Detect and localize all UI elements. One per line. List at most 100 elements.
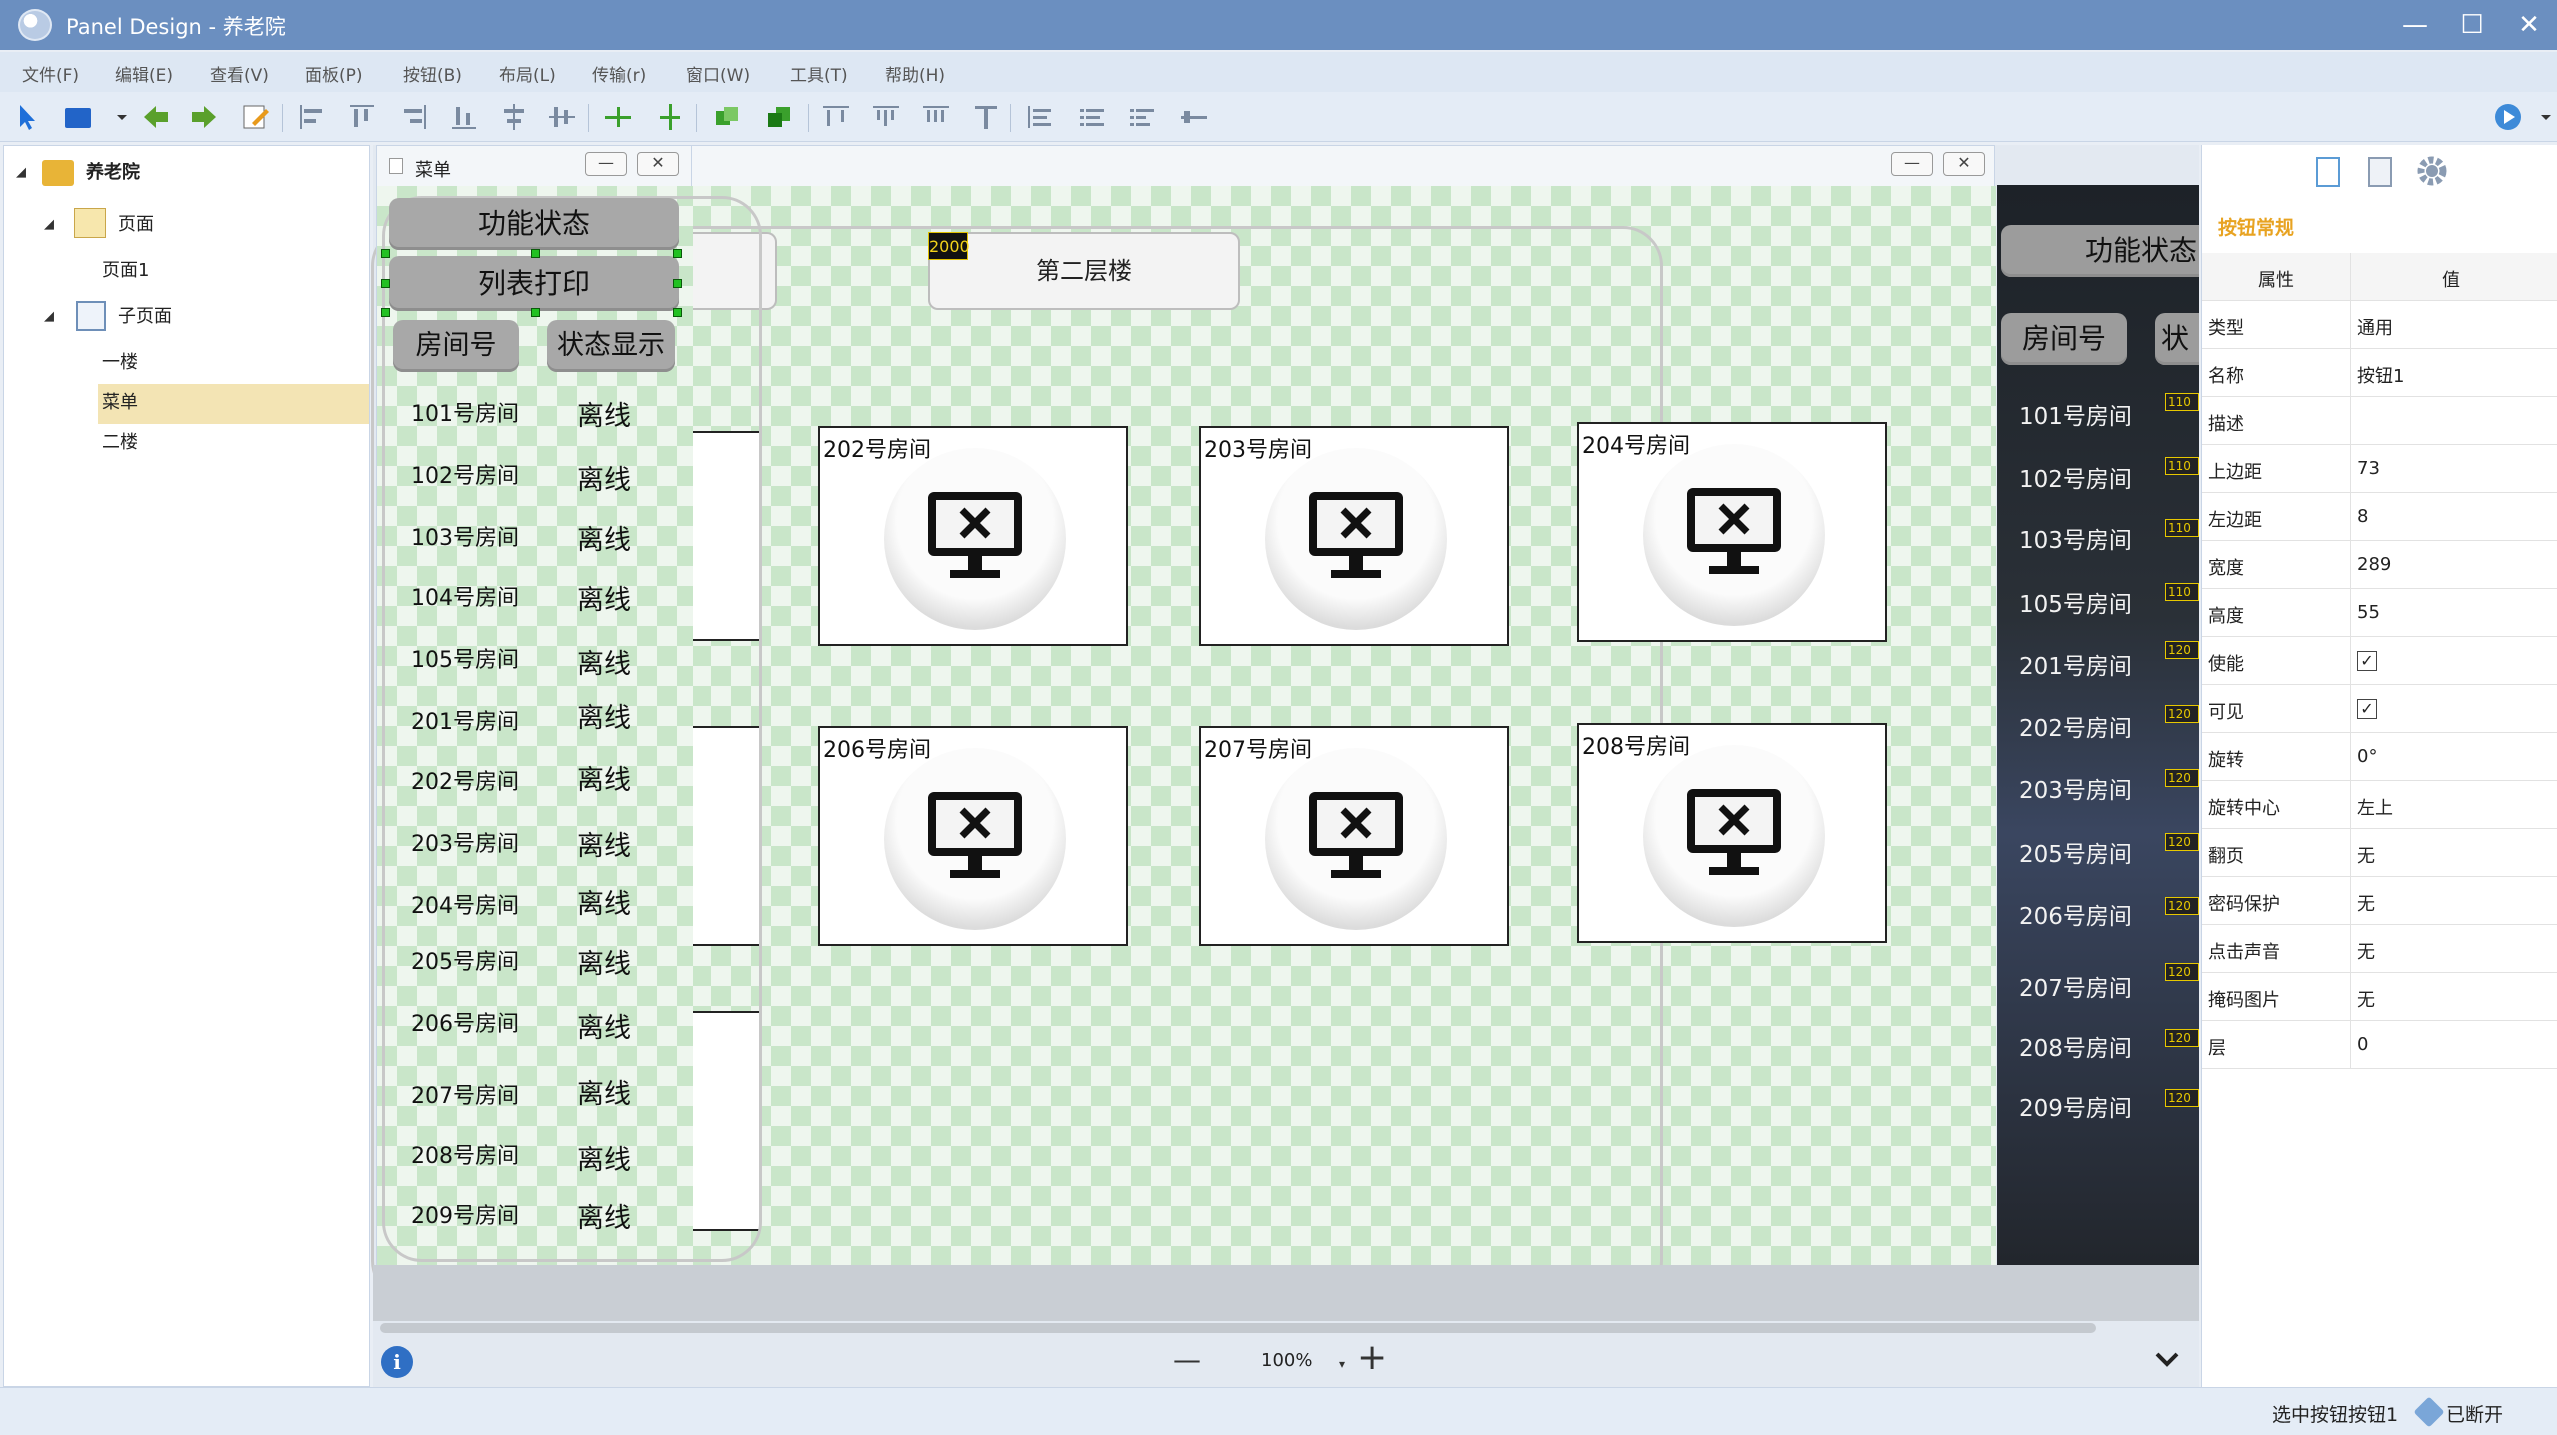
property-row-rotation-center[interactable]: 旋转中心 左上 [2202,781,2557,829]
collapse-arrow-icon[interactable]: ◢ [44,310,58,324]
room-row-label[interactable]: 105号房间 [411,642,519,674]
room-row-label[interactable]: 207号房间 [411,1078,519,1110]
property-value[interactable]: 无 [2357,986,2375,1012]
enabled-checkbox[interactable]: ✓ [2357,651,2377,671]
tree-item-menu[interactable]: 菜单 [102,384,138,422]
play-icon[interactable] [2492,101,2524,133]
property-row-rotation[interactable]: 旋转 0° [2202,733,2557,781]
property-value[interactable]: 0 [2357,1034,2368,1055]
selection-handle[interactable] [381,308,390,317]
property-row-description[interactable]: 描述 [2202,397,2557,445]
property-row-mask-image[interactable]: 掩码图片 无 [2202,973,2557,1021]
menu-tools[interactable]: 工具(T) [790,61,848,86]
gear-icon[interactable] [2414,153,2450,189]
menu-button[interactable]: 按钮(B) [403,61,462,86]
list-bullets-icon[interactable] [1126,101,1158,133]
zoom-out-button[interactable]: — [1173,1343,1201,1376]
property-value[interactable]: 289 [2357,554,2391,575]
collapse-arrow-icon[interactable]: ◢ [16,166,30,180]
document-icon[interactable] [2316,157,2340,187]
property-row-type[interactable]: 类型 通用 [2202,301,2557,349]
property-row-click-sound[interactable]: 点击声音 无 [2202,925,2557,973]
distribute-top-icon[interactable] [820,101,852,133]
list-indent-icon[interactable] [1076,101,1108,133]
property-value[interactable]: 55 [2357,602,2380,623]
menu-window[interactable]: 窗口(W) [686,61,750,86]
room-row-label[interactable]: 209号房间 [411,1198,519,1230]
tree-item-page1[interactable]: 页面1 [102,252,149,290]
menu-minimize-button[interactable]: — [585,152,627,176]
property-row-left[interactable]: 左边距 8 [2202,493,2557,541]
align-center-v-icon[interactable] [546,101,578,133]
shape-tool-icon[interactable] [62,101,94,133]
menu-panel[interactable]: 面板(P) [305,61,363,86]
property-row-name[interactable]: 名称 按钮1 [2202,349,2557,397]
room-row-label[interactable]: 205号房间 [411,944,519,976]
property-value[interactable]: 73 [2357,458,2380,479]
pin-icon[interactable] [970,101,1002,133]
align-left-icon[interactable] [296,101,328,133]
property-value[interactable]: 0° [2357,746,2377,767]
chevron-down-icon[interactable] [106,101,127,133]
page-minimize-button[interactable]: — [1891,152,1933,176]
room-row-label[interactable]: 204号房间 [411,888,519,920]
slider-icon[interactable] [1178,101,1210,133]
property-row-page-flip[interactable]: 翻页 无 [2202,829,2557,877]
floor-button[interactable]: 第二层楼 [928,232,1240,310]
align-bottom-icon[interactable] [448,101,480,133]
property-row-top[interactable]: 上边距 73 [2202,445,2557,493]
chevron-down-icon[interactable] [2530,101,2551,133]
zoom-in-button[interactable]: + [1357,1337,1387,1378]
center-vertical-icon[interactable] [654,101,686,133]
room-box[interactable]: 206号房间 [818,726,1128,946]
property-row-visible[interactable]: 可见 ✓ [2202,685,2557,733]
selection-handle[interactable] [673,308,682,317]
property-row-height[interactable]: 高度 55 [2202,589,2557,637]
room-row-label[interactable]: 208号房间 [411,1138,519,1170]
status-display-header[interactable]: 状态显示 [547,320,675,372]
align-center-h-icon[interactable] [498,101,530,133]
align-top-icon[interactable] [346,101,378,133]
room-row-label[interactable]: 101号房间 [411,396,519,428]
preview-room-header[interactable]: 房间号 [2001,313,2127,365]
preview-function-status-button[interactable]: 功能状态 [2001,225,2199,277]
property-value[interactable]: 通用 [2357,314,2393,340]
room-number-header[interactable]: 房间号 [393,320,519,372]
collapse-arrow-icon[interactable]: ◢ [44,218,58,232]
minimize-button[interactable]: — [2390,6,2440,44]
menu-layout[interactable]: 布局(L) [499,61,556,86]
menu-transfer[interactable]: 传输(r) [592,61,646,86]
property-row-enabled[interactable]: 使能 ✓ [2202,637,2557,685]
send-back-icon[interactable] [764,101,796,133]
close-button[interactable]: ✕ [2504,6,2554,44]
preview-status-header[interactable]: 状 [2155,313,2199,365]
align-right-icon[interactable] [398,101,430,133]
center-horizontal-icon[interactable] [602,101,634,133]
room-box[interactable]: 202号房间 [818,426,1128,646]
selection-handle[interactable] [531,249,540,258]
selection-handle[interactable] [673,279,682,288]
code-icon[interactable] [2368,157,2392,187]
chevron-down-icon[interactable]: ▾ [1339,1357,1345,1371]
back-arrow-icon[interactable] [140,101,172,133]
distribute-middle-icon[interactable] [870,101,902,133]
menu-view[interactable]: 查看(V) [210,61,269,86]
tree-pages-group[interactable]: 页面 [118,206,154,244]
selection-handle[interactable] [673,249,682,258]
horizontal-scrollbar-thumb[interactable] [380,1323,2096,1333]
property-value[interactable]: 8 [2357,506,2368,527]
room-row-label[interactable]: 104号房间 [411,580,519,612]
visible-checkbox[interactable]: ✓ [2357,699,2377,719]
page-close-button[interactable]: ✕ [1943,152,1985,176]
room-box[interactable]: 207号房间 [1199,726,1509,946]
room-box[interactable]: 208号房间 [1577,723,1887,943]
pointer-tool-icon[interactable] [12,101,44,133]
forward-arrow-icon[interactable] [188,101,220,133]
tree-item-first-floor[interactable]: 一楼 [102,344,138,382]
tree-root[interactable]: 养老院 [86,154,140,192]
property-row-width[interactable]: 宽度 289 [2202,541,2557,589]
property-row-password[interactable]: 密码保护 无 [2202,877,2557,925]
info-icon[interactable]: i [381,1346,413,1378]
menu-file[interactable]: 文件(F) [22,61,79,86]
tree-item-second-floor[interactable]: 二楼 [102,424,138,462]
